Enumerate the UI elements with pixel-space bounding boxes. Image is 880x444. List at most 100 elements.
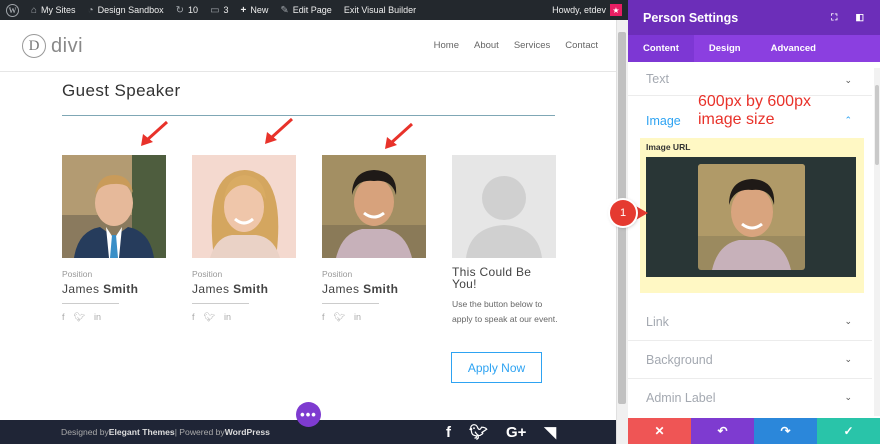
section-divider <box>62 115 555 116</box>
redo-icon: ↷ <box>780 424 791 438</box>
nav-about[interactable]: About <box>474 40 499 51</box>
chevron-down-icon: ⌄ <box>844 316 852 326</box>
sites-icon: ⌂ <box>31 4 38 16</box>
tab-advanced[interactable]: Advanced <box>756 35 831 62</box>
undo-button[interactable]: ↶ <box>691 418 754 444</box>
tab-content[interactable]: Content <box>628 35 694 62</box>
expand-icon[interactable]: ⛶ <box>831 12 837 23</box>
builder-more-button[interactable]: ••• <box>296 402 321 427</box>
section-admin-label-toggle[interactable]: Admin Label ⌄ <box>628 379 872 417</box>
nav-contact[interactable]: Contact <box>565 40 598 51</box>
wp-admin-bar: W ⌂ My Sites ◔ Design Sandbox ↻ 10 ▭ 3 +… <box>0 0 628 20</box>
person-socials-2: f 🐦︎ in <box>192 312 296 323</box>
panel-actions: ✕ ↶ ↷ ✓ <box>628 418 880 444</box>
new-label: New <box>250 5 269 15</box>
nav-home[interactable]: Home <box>434 40 459 51</box>
facebook-icon[interactable]: f <box>62 312 65 323</box>
discard-button[interactable]: ✕ <box>628 418 691 444</box>
user-silhouette-icon <box>452 155 556 258</box>
updates-count: 10 <box>188 5 199 15</box>
placeholder-photo <box>452 155 556 258</box>
facebook-icon[interactable]: f <box>192 312 195 323</box>
exit-visual-builder-label: Exit Visual Builder <box>343 5 417 15</box>
person-socials-3: f 🐦︎ in <box>322 312 426 323</box>
person-name-2: James Smith <box>192 282 296 296</box>
pencil-icon: ✎ <box>280 4 289 16</box>
image-upload-preview[interactable] <box>646 157 856 277</box>
site-name-menu[interactable]: ◔ Design Sandbox <box>82 0 170 20</box>
rss-icon[interactable]: ◥ <box>544 423 556 441</box>
close-icon: ✕ <box>654 424 665 438</box>
linkedin-icon[interactable]: in <box>94 312 101 323</box>
image-url-label: Image URL <box>646 142 691 152</box>
woman-blonde-photo <box>192 155 296 258</box>
account-menu[interactable]: Howdy, etdev ★ <box>552 4 628 16</box>
wordpress-menu[interactable]: W <box>0 0 25 20</box>
dashboard-icon: ◔ <box>87 4 94 16</box>
linkedin-icon[interactable]: in <box>354 312 361 323</box>
facebook-icon[interactable]: f <box>446 424 451 441</box>
updates-menu[interactable]: ↻ 10 <box>170 0 204 20</box>
panel-scrollbar-thumb[interactable] <box>875 85 879 165</box>
person-last-name-1: Smith <box>103 282 139 296</box>
footer-designed-by: Designed by <box>61 427 109 437</box>
footer-elegant-link[interactable]: Elegant Themes <box>109 427 175 437</box>
checkmark-icon: ✓ <box>843 424 854 438</box>
exit-visual-builder-link[interactable]: Exit Visual Builder <box>338 0 422 20</box>
section-text-toggle[interactable]: Text ⌄ <box>628 62 872 96</box>
comments-menu[interactable]: ▭ 3 <box>204 0 234 20</box>
my-sites-label: My Sites <box>41 5 76 15</box>
man-smiling-photo <box>322 155 426 258</box>
save-button[interactable]: ✓ <box>817 418 880 444</box>
redo-button[interactable]: ↷ <box>754 418 817 444</box>
sidebar-toggle-icon[interactable]: ◧ <box>855 12 864 23</box>
person-name-3: James Smith <box>322 282 426 296</box>
section-link-label: Link <box>646 314 669 329</box>
person-card-2[interactable]: Position James Smith f 🐦︎ in <box>192 155 296 323</box>
twitter-icon[interactable]: 🐦︎ <box>334 312 345 323</box>
new-content-menu[interactable]: + New <box>235 0 275 20</box>
footer-socials: f 🐦︎ G+ ◥ <box>446 423 556 442</box>
person-card-1[interactable]: Position James Smith f 🐦︎ in <box>62 155 166 323</box>
user-avatar-icon: ★ <box>610 4 622 16</box>
twitter-icon[interactable]: 🐦︎ <box>74 312 85 323</box>
annotation-line-2: image size <box>698 111 775 128</box>
apply-now-button[interactable]: Apply Now <box>451 352 542 383</box>
person-photo-1 <box>62 155 166 258</box>
nav-services[interactable]: Services <box>514 40 550 51</box>
person-separator-3 <box>322 303 379 304</box>
panel-header-icons: ⛶ ◧ <box>831 12 864 23</box>
section-image-label: Image <box>646 114 681 128</box>
linkedin-icon[interactable]: in <box>224 312 231 323</box>
google-plus-icon[interactable]: G+ <box>506 424 526 441</box>
annotation-line-1: 600px by 600px <box>698 93 811 110</box>
person-name-1: James Smith <box>62 282 166 296</box>
site-logo[interactable]: D divi <box>22 34 83 58</box>
placeholder-person-card[interactable]: This Could Be You! Use the button below … <box>452 155 558 326</box>
person-card-3[interactable]: Position James Smith f 🐦︎ in <box>322 155 426 323</box>
man-smiling-photo <box>698 164 805 270</box>
my-sites-menu[interactable]: ⌂ My Sites <box>25 0 82 20</box>
footer-wordpress-link[interactable]: WordPress <box>225 427 270 437</box>
tab-design[interactable]: Design <box>694 35 756 62</box>
person-position-1: Position <box>62 269 93 279</box>
section-background-toggle[interactable]: Background ⌄ <box>628 341 872 379</box>
person-first-name-1: James <box>62 282 100 296</box>
main-nav: Home About Services Contact <box>434 40 598 51</box>
panel-header: Person Settings ⛶ ◧ <box>628 0 880 35</box>
panel-tabs: Content Design Advanced <box>628 35 880 62</box>
person-socials-1: f 🐦︎ in <box>62 312 166 323</box>
person-position-3: Position <box>322 269 353 279</box>
divi-logo-icon: D <box>22 34 46 58</box>
person-photo-3 <box>322 155 426 258</box>
edit-page-label: Edit Page <box>292 5 332 15</box>
image-preview-thumbnail <box>698 164 805 270</box>
ellipsis-icon: ••• <box>300 407 317 422</box>
image-url-field: Image URL <box>640 138 864 293</box>
twitter-icon[interactable]: 🐦︎ <box>469 423 488 441</box>
logo-text: divi <box>51 34 84 57</box>
facebook-icon[interactable]: f <box>322 312 325 323</box>
twitter-icon[interactable]: 🐦︎ <box>204 312 215 323</box>
edit-page-link[interactable]: ✎ Edit Page <box>274 0 337 20</box>
section-link-toggle[interactable]: Link ⌄ <box>628 303 872 341</box>
